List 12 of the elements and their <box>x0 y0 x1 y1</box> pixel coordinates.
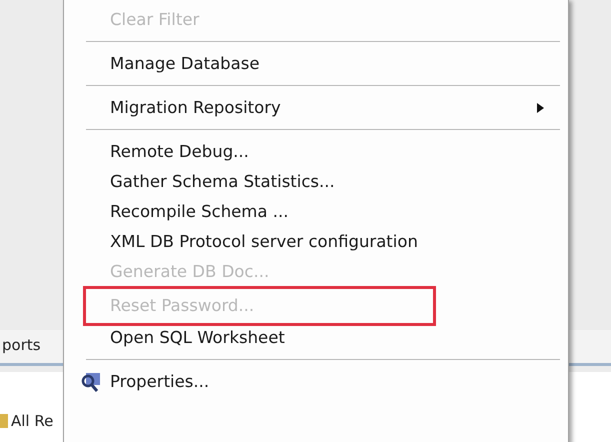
tab-label[interactable]: ports <box>2 334 41 356</box>
submenu-arrow-icon <box>537 103 544 113</box>
menu-item[interactable]: Migration Repository <box>86 93 548 123</box>
tree-item[interactable]: All Re <box>11 410 54 432</box>
menu-item[interactable]: Recompile Schema ... <box>86 197 548 227</box>
menu-item[interactable]: Open SQL Worksheet <box>86 323 548 353</box>
menu-item[interactable]: Gather Schema Statistics... <box>86 167 548 197</box>
menu-item[interactable]: XML DB Protocol server configuration <box>86 227 548 257</box>
menu-item[interactable]: Remote Debug... <box>86 137 548 167</box>
menu-item[interactable]: Properties... <box>86 367 548 397</box>
menu-item[interactable]: Manage Database <box>86 49 548 79</box>
properties-icon <box>80 371 102 393</box>
